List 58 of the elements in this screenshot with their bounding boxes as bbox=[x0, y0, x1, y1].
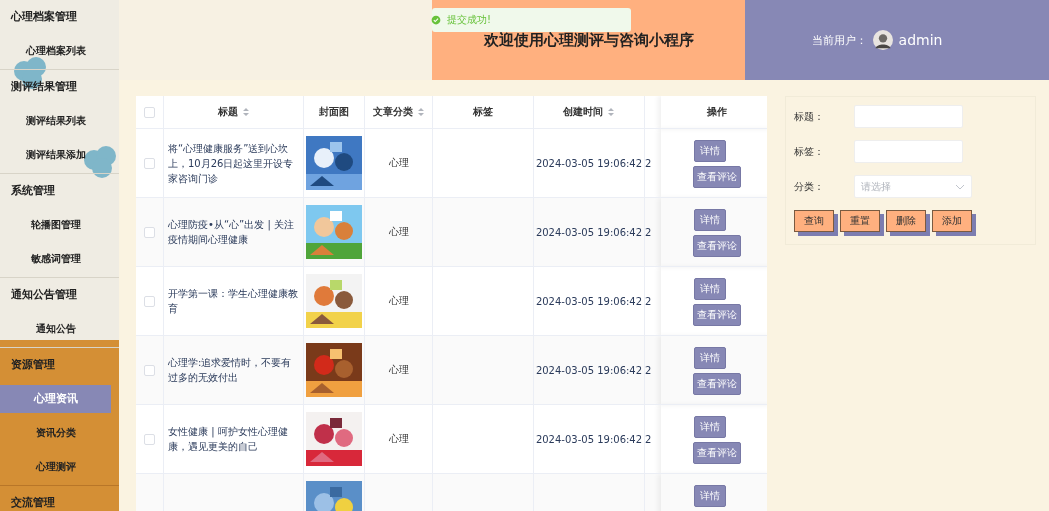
menu-group-header[interactable]: 通知公告管理 bbox=[0, 278, 119, 312]
row-checkbox[interactable] bbox=[144, 226, 155, 238]
table-cell: 心理 bbox=[388, 226, 409, 237]
article-title: 开学第一课：学生心理健康教育 bbox=[167, 287, 299, 316]
menu-group-header[interactable]: 资源管理 bbox=[0, 348, 119, 382]
column-header: 标签 bbox=[473, 105, 493, 119]
row-checkbox[interactable] bbox=[144, 364, 155, 376]
app-title: 欢迎使用心理测评与咨询小程序 bbox=[483, 30, 694, 50]
article-title: 心理防疫•从“心”出发 | 关注疫情期间心理健康 bbox=[167, 218, 295, 247]
table-cell: 心理 bbox=[388, 433, 409, 444]
avatar-icon bbox=[872, 30, 893, 50]
table-cell: 2 bbox=[645, 433, 652, 445]
menu-item[interactable]: 心理测评 bbox=[0, 450, 111, 484]
menu-item[interactable]: 轮播图管理 bbox=[0, 208, 111, 242]
table-cell: 2024-03-05 19:06:42 bbox=[535, 157, 643, 169]
success-icon bbox=[431, 15, 441, 25]
search-field[interactable] bbox=[854, 140, 963, 163]
column-header: 封面图 bbox=[319, 105, 349, 119]
table-cell: 心理 bbox=[388, 295, 409, 306]
article-title: 女性健康 | 呵护女性心理健康，遇见更美的自己 bbox=[167, 425, 289, 454]
toast-message: 提交成功! bbox=[447, 13, 491, 27]
table-cell: 心理 bbox=[388, 364, 409, 375]
menu-item[interactable]: 敏感词管理 bbox=[0, 242, 111, 276]
user-label: 当前用户： bbox=[811, 32, 867, 48]
table-cell: 心理 bbox=[388, 157, 409, 168]
table-cell: 2 bbox=[645, 226, 652, 238]
menu-item[interactable]: 测评结果列表 bbox=[0, 104, 111, 138]
username: admin bbox=[898, 32, 943, 48]
table-cell: 2 bbox=[645, 157, 652, 169]
column-header: 操作 bbox=[706, 105, 727, 119]
search-field[interactable] bbox=[854, 105, 963, 128]
table-cell: 2024-03-05 19:06:42 bbox=[535, 433, 643, 445]
table-cell: 2 bbox=[645, 295, 652, 307]
table-cell: 2024-03-05 19:06:42 bbox=[535, 226, 643, 238]
caret-icon bbox=[955, 183, 965, 190]
menu-item[interactable]: 心理档案列表 bbox=[0, 34, 111, 68]
table-cell: 2024-03-05 19:06:42 bbox=[535, 364, 643, 376]
table-cell: 2024-03-05 19:06:42 bbox=[535, 295, 643, 307]
row-checkbox[interactable] bbox=[144, 433, 155, 445]
field-label: 标签： bbox=[794, 144, 825, 159]
row-checkbox[interactable] bbox=[144, 295, 155, 307]
field-label: 标题： bbox=[794, 109, 825, 124]
menu-item[interactable]: 通知公告 bbox=[0, 312, 111, 346]
select-all-checkbox[interactable] bbox=[144, 106, 155, 118]
menu-item[interactable]: 测评结果添加 bbox=[0, 138, 111, 172]
menu-group-header[interactable]: 交流管理 bbox=[0, 486, 119, 511]
menu-group-header[interactable]: 心理档案管理 bbox=[0, 0, 119, 34]
menu-group-header[interactable]: 系统管理 bbox=[0, 174, 119, 208]
article-title: 心理学:追求爱情时，不要有过多的无效付出 bbox=[167, 356, 293, 385]
row-checkbox[interactable] bbox=[144, 157, 155, 169]
menu-group-header[interactable]: 测评结果管理 bbox=[0, 70, 119, 104]
column-header[interactable]: 标题 bbox=[217, 105, 238, 119]
column-header[interactable]: 创建时间 bbox=[563, 105, 603, 119]
article-title: 将“心理健康服务”送到心坎上，10月26日起这里开设专家咨询门诊 bbox=[167, 141, 295, 186]
field-label: 分类： bbox=[794, 179, 825, 194]
column-header[interactable]: 文章分类 bbox=[372, 105, 413, 119]
table-cell: 2 bbox=[645, 364, 652, 376]
menu-item[interactable]: 资讯分类 bbox=[0, 416, 111, 450]
